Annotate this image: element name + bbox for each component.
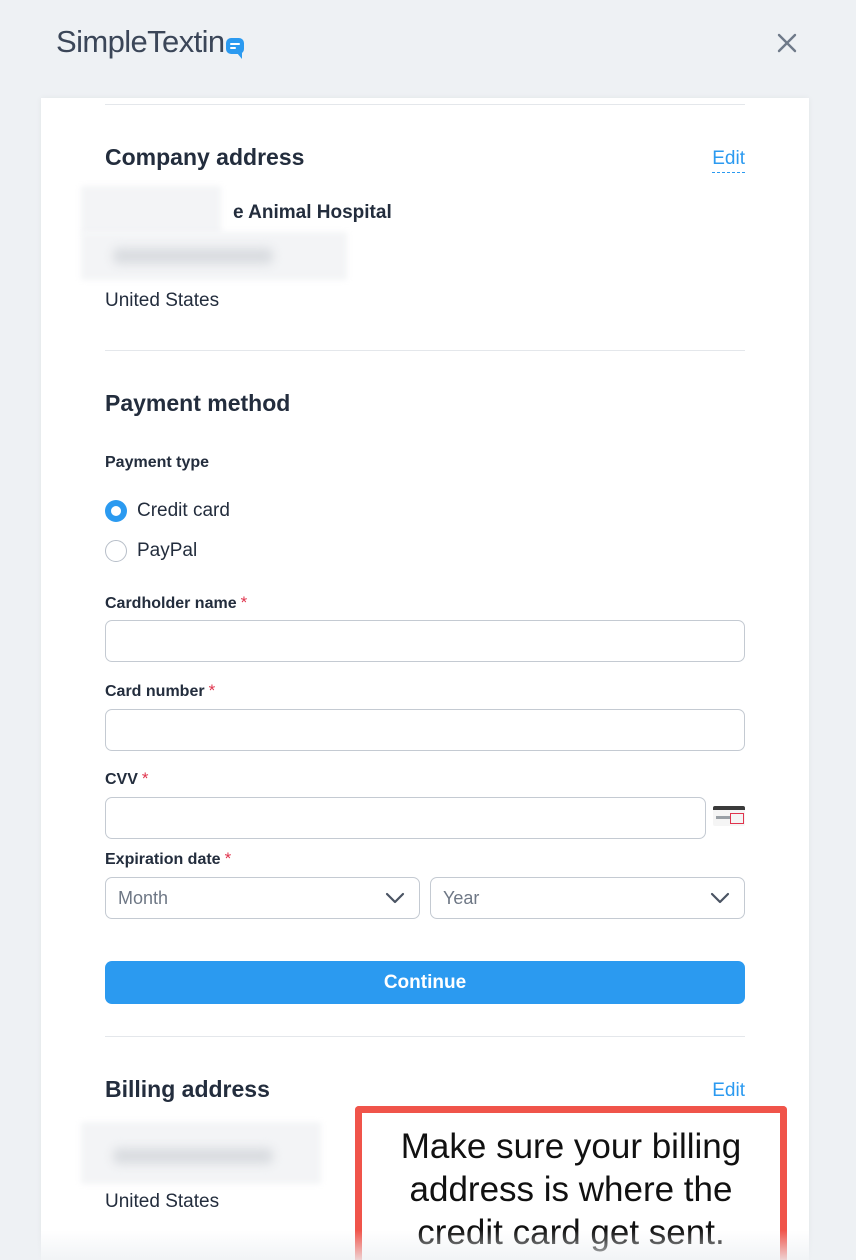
required-mark: * — [208, 681, 216, 700]
billing-address-edit-link[interactable]: Edit — [712, 1080, 745, 1104]
label-text: Card number — [105, 683, 205, 700]
divider — [105, 350, 745, 351]
company-address-edit-link[interactable]: Edit — [712, 148, 745, 173]
redacted-address-line — [113, 248, 273, 264]
page-header: SimpleTextin — [0, 0, 856, 98]
simpletexting-logo: SimpleTextin — [56, 20, 244, 64]
annotation-callout: Make sure your billing address is where … — [355, 1106, 787, 1260]
chat-bubble-icon — [225, 38, 244, 59]
card-cvv-icon — [713, 806, 745, 826]
radio-button-selected[interactable] — [105, 500, 127, 522]
company-address-title: Company address — [105, 144, 305, 170]
continue-button[interactable]: Continue — [105, 961, 745, 1004]
company-country: United States — [105, 290, 220, 311]
required-mark: * — [141, 769, 149, 788]
label-text: Cardholder name — [105, 595, 237, 612]
required-mark: * — [224, 849, 232, 868]
label-text: Expiration date — [105, 851, 221, 868]
close-button[interactable] — [772, 28, 802, 58]
annotation-text: Make sure your billing address is where … — [400, 1127, 742, 1252]
chevron-down-icon — [385, 892, 405, 904]
required-mark: * — [240, 593, 248, 612]
radio-button[interactable] — [105, 540, 127, 562]
label-text: CVV — [105, 771, 138, 788]
card-number-label: Card number * — [105, 681, 215, 701]
expiration-date-label: Expiration date * — [105, 849, 231, 869]
billing-country: United States — [105, 1191, 220, 1212]
company-name: e Animal Hospital — [233, 202, 392, 223]
radio-label: Credit card — [137, 500, 230, 521]
year-select[interactable]: Year — [430, 877, 745, 919]
cvv-label: CVV * — [105, 769, 149, 789]
radio-paypal[interactable]: PayPal — [105, 540, 197, 562]
payment-type-label: Payment type — [105, 454, 210, 471]
redacted-address-line — [113, 1148, 273, 1164]
checkout-card: Company address Edit e Animal Hospital U… — [41, 98, 809, 1260]
radio-credit-card[interactable]: Credit card — [105, 500, 230, 522]
card-number-input[interactable] — [105, 709, 745, 751]
close-icon — [777, 33, 797, 53]
cardholder-name-label: Cardholder name * — [105, 593, 247, 613]
billing-address-title: Billing address — [105, 1076, 270, 1102]
payment-method-title: Payment method — [105, 390, 291, 416]
logo-text: SimpleTextin — [56, 24, 225, 59]
month-select[interactable]: Month — [105, 877, 420, 919]
cardholder-name-input[interactable] — [105, 620, 745, 662]
year-placeholder: Year — [443, 887, 480, 908]
radio-label: PayPal — [137, 540, 198, 561]
redacted-block — [81, 186, 221, 234]
chevron-down-icon — [710, 892, 730, 904]
divider — [105, 1036, 745, 1037]
divider — [105, 104, 745, 105]
month-placeholder: Month — [118, 887, 169, 908]
cvv-input[interactable] — [105, 797, 706, 839]
